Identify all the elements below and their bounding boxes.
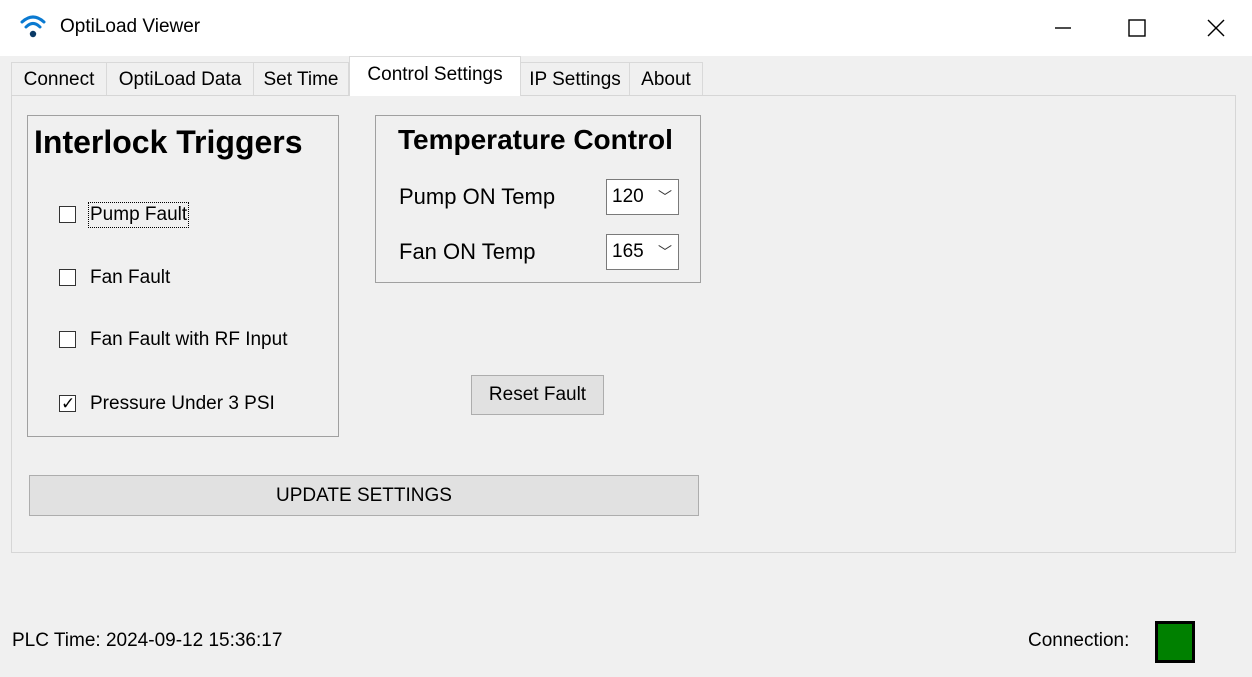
update-settings-button[interactable]: UPDATE SETTINGS — [29, 475, 699, 516]
minimize-icon — [1055, 27, 1071, 29]
tab-optiload-data[interactable]: OptiLoad Data — [106, 62, 254, 96]
maximize-button[interactable] — [1114, 10, 1160, 46]
chevron-down-icon: ﹀ — [658, 244, 672, 260]
plc-time-label: PLC Time: 2024-09-12 15:36:17 — [12, 630, 283, 651]
tab-set-time[interactable]: Set Time — [253, 62, 349, 96]
chevron-down-icon: ﹀ — [658, 189, 672, 205]
tab-about[interactable]: About — [629, 62, 703, 96]
checkbox-box[interactable] — [59, 269, 76, 286]
window-title: OptiLoad Viewer — [60, 16, 201, 37]
interlock-triggers-group: Interlock Triggers Pump Fault Fan Fault … — [27, 115, 339, 437]
pump-on-temp-select[interactable]: 120 ﹀ — [606, 179, 679, 215]
reset-fault-button[interactable]: Reset Fault — [471, 375, 604, 415]
temperature-control-group: Temperature Control Pump ON Temp 120 ﹀ F… — [375, 115, 701, 283]
pump-on-temp-label: Pump ON Temp — [399, 184, 556, 209]
interlock-title: Interlock Triggers — [34, 124, 303, 160]
checkbox-label: Pressure Under 3 PSI — [90, 393, 275, 414]
connection-label: Connection: — [1028, 630, 1130, 651]
maximize-icon — [1128, 19, 1146, 37]
checkbox-box[interactable] — [59, 331, 76, 348]
temperature-title: Temperature Control — [398, 124, 673, 155]
checkbox-label: Fan Fault with RF Input — [90, 329, 288, 350]
checkbox-box[interactable]: ✓ — [59, 394, 76, 413]
close-button[interactable] — [1192, 10, 1238, 46]
title-bar: OptiLoad Viewer — [0, 0, 1252, 56]
checkbox-label: Fan Fault — [90, 267, 171, 288]
wifi-icon — [20, 15, 46, 38]
fan-on-temp-value: 165 — [612, 241, 644, 262]
fan-on-temp-select[interactable]: 165 ﹀ — [606, 234, 679, 270]
tab-ip-settings[interactable]: IP Settings — [520, 62, 630, 96]
connection-status-indicator — [1155, 621, 1195, 663]
close-icon — [1207, 19, 1225, 37]
checkbox-box[interactable] — [59, 206, 76, 223]
checkmark-icon: ✓ — [61, 394, 76, 413]
pump-on-temp-value: 120 — [612, 186, 644, 207]
checkbox-label: Pump Fault — [87, 202, 190, 228]
tab-control-settings[interactable]: Control Settings — [349, 56, 521, 96]
tab-connect[interactable]: Connect — [11, 62, 107, 96]
fan-on-temp-label: Fan ON Temp — [399, 239, 536, 264]
minimize-button[interactable] — [1040, 10, 1086, 46]
